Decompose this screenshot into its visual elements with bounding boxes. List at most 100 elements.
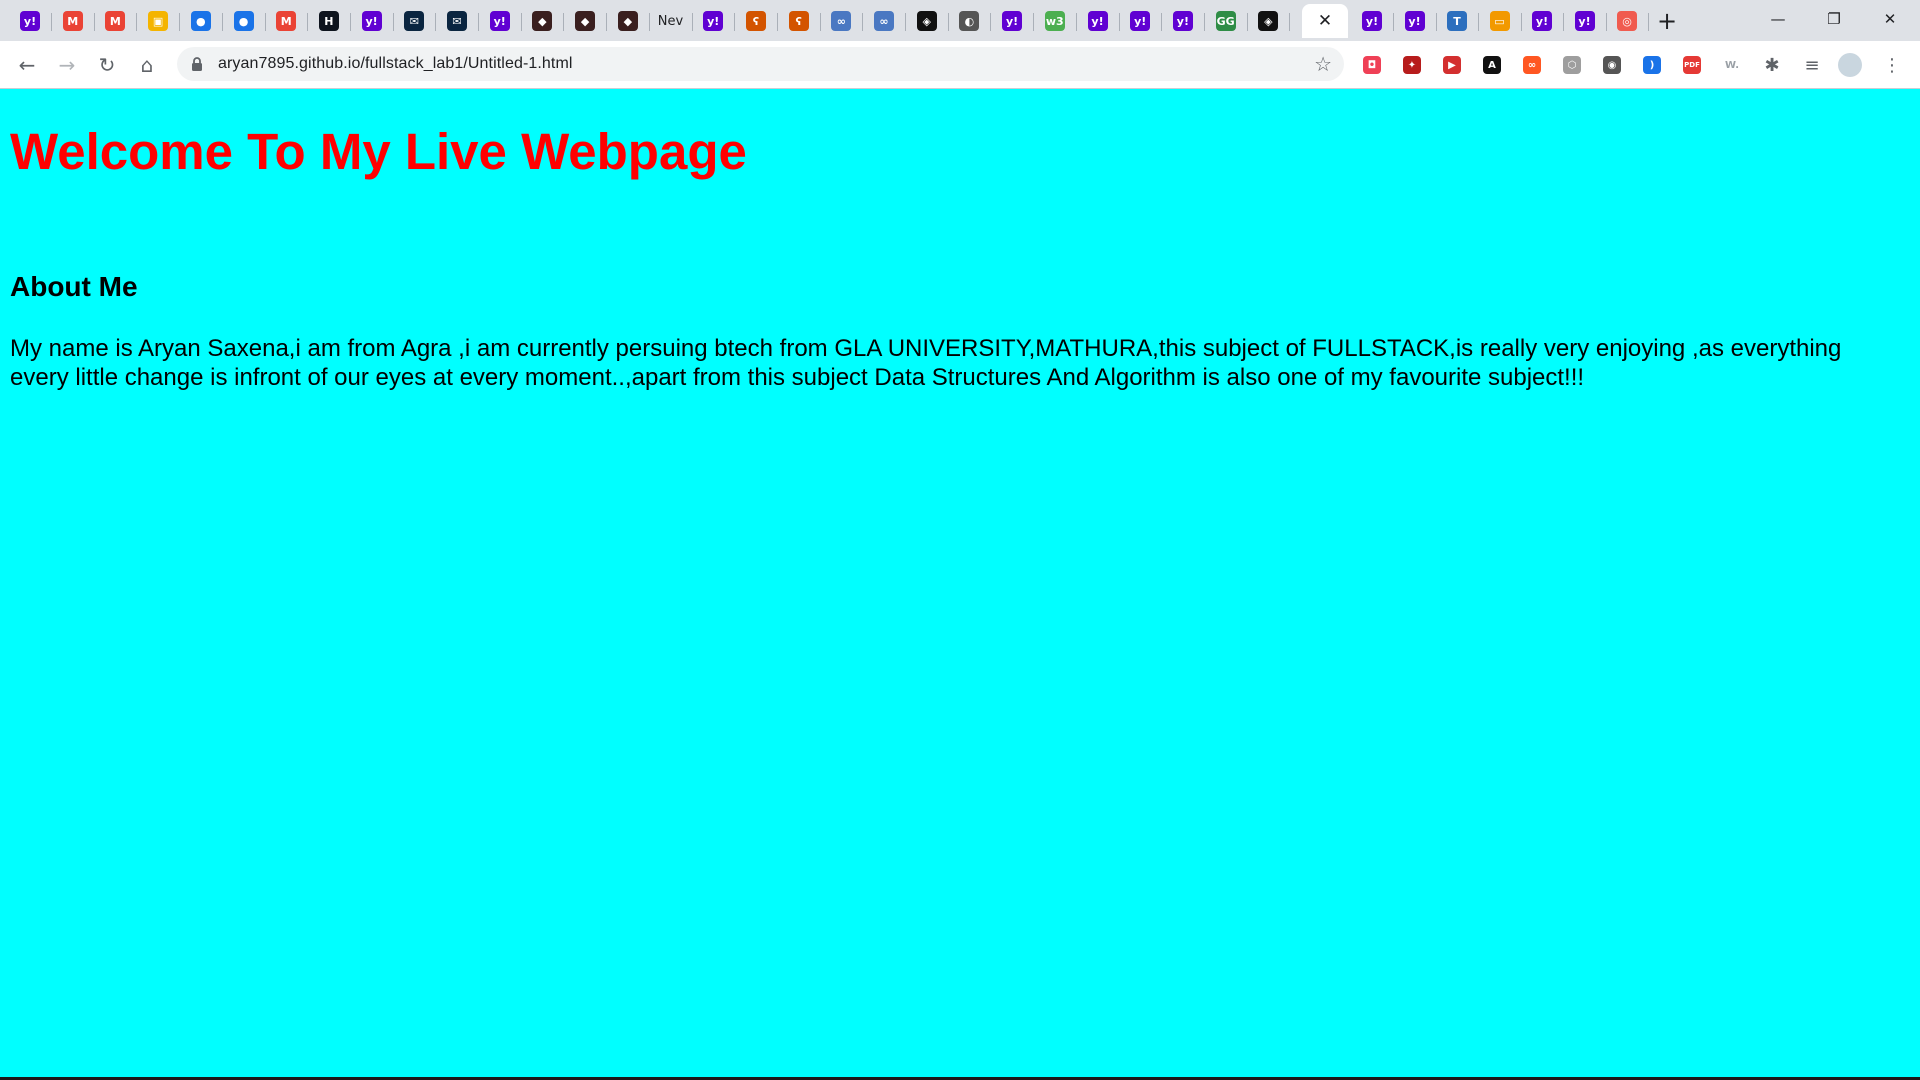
google-classroom-icon: ▣	[148, 11, 169, 31]
tab-codechef[interactable]: ʕ	[735, 4, 778, 38]
tab-mail[interactable]: ✉	[393, 4, 437, 38]
avatar	[1838, 53, 1862, 77]
tab-app[interactable]: ◆	[564, 4, 608, 38]
back-button[interactable]: ←	[11, 49, 43, 81]
yahoo-icon: y!	[489, 11, 510, 31]
extension-loop-icon[interactable]: ∞	[1520, 53, 1544, 77]
tab-separator	[1648, 13, 1649, 31]
extension-wave-icon[interactable]: )	[1640, 53, 1664, 77]
yahoo-icon: y!	[1172, 11, 1193, 31]
profile-avatar[interactable]	[1838, 53, 1862, 77]
address-bar[interactable]: aryan7895.github.io/fullstack_lab1/Untit…	[177, 47, 1344, 81]
tab-contacts[interactable]: ●	[180, 4, 223, 38]
tab-app[interactable]: ◆	[521, 4, 565, 38]
tab-strip: ✕ + — ❐ ✕ y! M M ▣ ● ● M Hy! ✉ ✉ y! ◆ ◆ ◆ Nev y! ʕ ʕ ∞ ∞ ◈ ◐ y…	[0, 0, 1920, 41]
close-window-button[interactable]: ✕	[1862, 0, 1918, 38]
loop-icon: ∞	[1523, 56, 1541, 74]
tab-hackerrank[interactable]: H	[308, 4, 351, 38]
mail-icon: ✉	[447, 11, 467, 31]
wave-icon: )	[1643, 56, 1661, 74]
tab-slides[interactable]: ▭	[1479, 4, 1522, 38]
video-icon: ▶	[1443, 56, 1461, 74]
extension-video-icon[interactable]: ▶	[1440, 53, 1464, 77]
extension-pocket-icon[interactable]: ◘	[1360, 53, 1384, 77]
tab-contacts[interactable]: ●	[223, 4, 266, 38]
hexagon-icon: ⬡	[1563, 56, 1581, 74]
pocket-icon: ◘	[1363, 56, 1381, 74]
yahoo-icon: y!	[1130, 11, 1151, 31]
browser-toolbar: ← → ↻ ⌂ aryan7895.github.io/fullstack_la…	[0, 41, 1920, 89]
tab-google-classroom[interactable]: ▣	[137, 4, 181, 38]
yahoo-icon: y!	[20, 11, 40, 31]
yahoo-icon: y!	[1574, 11, 1595, 31]
compass-icon: ◉	[1603, 56, 1621, 74]
w-icon: W.	[1724, 59, 1739, 71]
codechef-icon: ʕ	[745, 11, 766, 31]
close-tab-icon[interactable]: ✕	[1318, 11, 1332, 31]
tab-yahoo[interactable]: y!	[692, 4, 736, 38]
extension-shield-icon[interactable]: ✦	[1400, 53, 1424, 77]
extension-pdf-icon[interactable]: PDF	[1680, 53, 1704, 77]
tab-yahoo[interactable]: y!	[479, 4, 522, 38]
codepen-icon: ◈	[1258, 11, 1279, 31]
app-icon: ◆	[532, 11, 553, 31]
tab-yahoo[interactable]: y!	[1077, 4, 1120, 38]
lock-icon[interactable]	[189, 56, 205, 72]
codechef-icon: ʕ	[788, 11, 809, 31]
bookmark-star-icon[interactable]: ☆	[1314, 52, 1332, 76]
yahoo-icon: y!	[703, 11, 724, 31]
tab-globe[interactable]: ◐	[948, 4, 992, 38]
forward-button[interactable]: →	[51, 49, 83, 81]
restore-button[interactable]: ❐	[1806, 0, 1862, 38]
tab-separator	[1289, 13, 1291, 31]
tab-infinity[interactable]: ∞	[863, 4, 906, 38]
tab-tata[interactable]: T	[1436, 4, 1479, 38]
menu-kebab-icon[interactable]: ⋮	[1880, 53, 1904, 77]
tab-infinity[interactable]: ∞	[820, 4, 864, 38]
tab-newtab-text[interactable]: Nev	[650, 4, 693, 38]
tab-yahoo[interactable]: y!	[1521, 4, 1564, 38]
bio-paragraph: My name is Aryan Saxena,i am from Agra ,…	[10, 335, 1842, 391]
extension-hexagon-icon[interactable]: ⬡	[1560, 53, 1584, 77]
tab-codepen[interactable]: ◈	[1247, 4, 1291, 38]
tab-geeksforgeeks[interactable]: GG	[1205, 4, 1248, 38]
extensions-puzzle-icon[interactable]: ✱	[1760, 53, 1784, 77]
tab-gmail[interactable]: M	[94, 4, 138, 38]
tab-active[interactable]: ✕	[1302, 4, 1348, 38]
new-tab-button[interactable]: +	[1651, 6, 1683, 36]
tab-yahoo[interactable]: y!	[1162, 4, 1205, 38]
extension-compass-icon[interactable]: ◉	[1600, 53, 1624, 77]
minimize-button[interactable]: —	[1750, 0, 1806, 38]
tab-gmail[interactable]: M	[52, 4, 95, 38]
page-title: Welcome To My Live Webpage	[10, 123, 747, 180]
slides-icon: ▭	[1489, 11, 1510, 31]
tab-yahoo[interactable]: y!	[1394, 4, 1437, 38]
reload-button[interactable]: ↻	[91, 49, 123, 81]
w3schools-icon: w3	[1044, 11, 1065, 31]
tab-yahoo[interactable]: y!	[1564, 4, 1607, 38]
app-icon: ◆	[617, 11, 638, 31]
tab-mail[interactable]: ✉	[436, 4, 479, 38]
gmail-icon: M	[62, 11, 83, 31]
gmail-icon: M	[105, 11, 126, 31]
url-text: aryan7895.github.io/fullstack_lab1/Untit…	[218, 55, 573, 72]
codepen-icon: ◈	[916, 11, 937, 31]
tab-gmail[interactable]: M	[265, 4, 309, 38]
tab-codepen[interactable]: ◈	[906, 4, 949, 38]
reading-list-icon[interactable]: ≡	[1800, 53, 1824, 77]
home-button[interactable]: ⌂	[131, 49, 163, 81]
tab-yahoo[interactable]: y!	[351, 4, 394, 38]
extension-a-icon[interactable]: A	[1480, 53, 1504, 77]
tab-yahoo[interactable]: y!	[9, 4, 52, 38]
tab-yahoo[interactable]: y!	[1119, 4, 1163, 38]
extension-w-icon[interactable]: W.	[1720, 53, 1744, 77]
tab-app[interactable]: ◆	[607, 4, 650, 38]
tab-codechef[interactable]: ʕ	[778, 4, 821, 38]
tab-yahoo[interactable]: y!	[991, 4, 1035, 38]
tab-target[interactable]: ◎	[1606, 4, 1649, 38]
about-heading: About Me	[10, 271, 138, 302]
mail-icon: ✉	[404, 11, 425, 31]
tab-w3schools[interactable]: w3	[1034, 4, 1077, 38]
infinity-icon: ∞	[874, 11, 894, 31]
tab-yahoo[interactable]: y!	[1351, 4, 1394, 38]
